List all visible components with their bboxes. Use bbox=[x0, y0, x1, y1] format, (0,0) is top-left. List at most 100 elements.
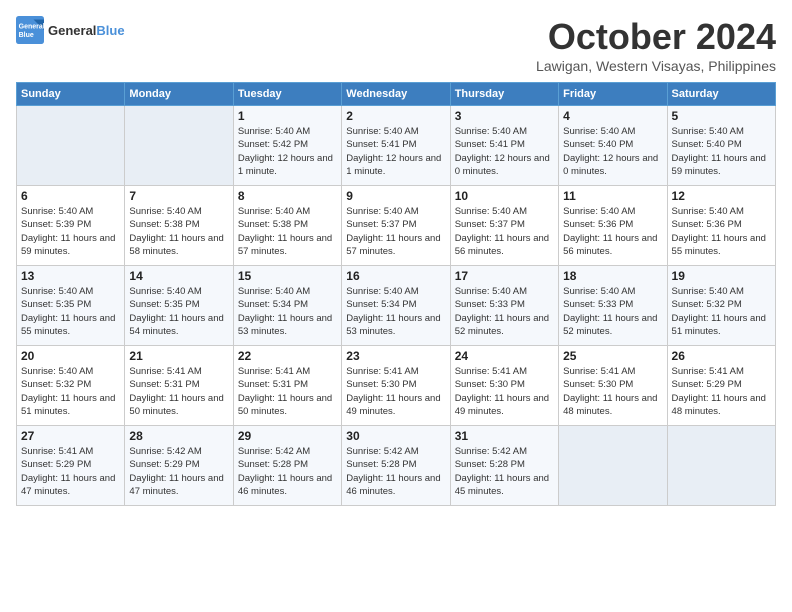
day-info: Sunrise: 5:42 AM Sunset: 5:28 PM Dayligh… bbox=[455, 445, 554, 498]
day-number: 25 bbox=[563, 349, 662, 363]
day-number: 13 bbox=[21, 269, 120, 283]
day-info: Sunrise: 5:40 AM Sunset: 5:34 PM Dayligh… bbox=[238, 285, 337, 338]
day-info: Sunrise: 5:40 AM Sunset: 5:41 PM Dayligh… bbox=[346, 125, 445, 178]
day-number: 17 bbox=[455, 269, 554, 283]
day-cell bbox=[125, 106, 233, 186]
day-info: Sunrise: 5:40 AM Sunset: 5:41 PM Dayligh… bbox=[455, 125, 554, 178]
day-info: Sunrise: 5:40 AM Sunset: 5:32 PM Dayligh… bbox=[21, 365, 120, 418]
day-number: 20 bbox=[21, 349, 120, 363]
week-row-2: 6 Sunrise: 5:40 AM Sunset: 5:39 PM Daylig… bbox=[17, 186, 776, 266]
logo: General Blue GeneralBlue bbox=[16, 16, 125, 44]
day-cell bbox=[17, 106, 125, 186]
day-cell: 2 Sunrise: 5:40 AM Sunset: 5:41 PM Daylig… bbox=[342, 106, 450, 186]
day-info: Sunrise: 5:41 AM Sunset: 5:30 PM Dayligh… bbox=[455, 365, 554, 418]
day-number: 27 bbox=[21, 429, 120, 443]
column-header-saturday: Saturday bbox=[667, 83, 775, 106]
day-info: Sunrise: 5:40 AM Sunset: 5:36 PM Dayligh… bbox=[672, 205, 771, 258]
day-cell bbox=[667, 426, 775, 506]
day-cell: 12 Sunrise: 5:40 AM Sunset: 5:36 PM Dayli… bbox=[667, 186, 775, 266]
day-cell: 10Sunrise: 5:40 AM Sunset: 5:37 PM Dayli… bbox=[450, 186, 558, 266]
day-cell: 28Sunrise: 5:42 AM Sunset: 5:29 PM Dayli… bbox=[125, 426, 233, 506]
day-info: Sunrise: 5:40 AM Sunset: 5:42 PM Dayligh… bbox=[238, 125, 337, 178]
logo-icon: General Blue bbox=[16, 16, 44, 44]
day-cell: 26 Sunrise: 5:41 AM Sunset: 5:29 PM Dayli… bbox=[667, 346, 775, 426]
day-number: 6 bbox=[21, 189, 120, 203]
day-number: 19 bbox=[672, 269, 771, 283]
day-number: 7 bbox=[129, 189, 228, 203]
day-number: 21 bbox=[129, 349, 228, 363]
day-cell: 22 Sunrise: 5:41 AM Sunset: 5:31 PM Dayli… bbox=[233, 346, 341, 426]
day-info: Sunrise: 5:42 AM Sunset: 5:28 PM Dayligh… bbox=[238, 445, 337, 498]
day-cell bbox=[559, 426, 667, 506]
week-row-1: 1Sunrise: 5:40 AM Sunset: 5:42 PM Daylig… bbox=[17, 106, 776, 186]
day-number: 9 bbox=[346, 189, 445, 203]
day-number: 16 bbox=[346, 269, 445, 283]
day-info: Sunrise: 5:40 AM Sunset: 5:33 PM Dayligh… bbox=[563, 285, 662, 338]
column-header-friday: Friday bbox=[559, 83, 667, 106]
day-info: Sunrise: 5:40 AM Sunset: 5:34 PM Dayligh… bbox=[346, 285, 445, 338]
column-header-sunday: Sunday bbox=[17, 83, 125, 106]
week-row-3: 13Sunrise: 5:40 AM Sunset: 5:35 PM Dayli… bbox=[17, 266, 776, 346]
day-number: 28 bbox=[129, 429, 228, 443]
day-info: Sunrise: 5:40 AM Sunset: 5:32 PM Dayligh… bbox=[672, 285, 771, 338]
day-number: 18 bbox=[563, 269, 662, 283]
location-subtitle: Lawigan, Western Visayas, Philippines bbox=[536, 58, 776, 74]
day-cell: 9 Sunrise: 5:40 AM Sunset: 5:37 PM Daylig… bbox=[342, 186, 450, 266]
day-number: 23 bbox=[346, 349, 445, 363]
day-cell: 25Sunrise: 5:41 AM Sunset: 5:30 PM Dayli… bbox=[559, 346, 667, 426]
day-info: Sunrise: 5:40 AM Sunset: 5:40 PM Dayligh… bbox=[672, 125, 771, 178]
day-info: Sunrise: 5:41 AM Sunset: 5:31 PM Dayligh… bbox=[129, 365, 228, 418]
column-header-thursday: Thursday bbox=[450, 83, 558, 106]
day-cell: 5 Sunrise: 5:40 AM Sunset: 5:40 PM Daylig… bbox=[667, 106, 775, 186]
day-info: Sunrise: 5:41 AM Sunset: 5:31 PM Dayligh… bbox=[238, 365, 337, 418]
day-number: 14 bbox=[129, 269, 228, 283]
day-info: Sunrise: 5:40 AM Sunset: 5:37 PM Dayligh… bbox=[455, 205, 554, 258]
day-number: 5 bbox=[672, 109, 771, 123]
day-info: Sunrise: 5:42 AM Sunset: 5:28 PM Dayligh… bbox=[346, 445, 445, 498]
day-number: 12 bbox=[672, 189, 771, 203]
day-number: 3 bbox=[455, 109, 554, 123]
svg-text:Blue: Blue bbox=[19, 32, 34, 39]
day-info: Sunrise: 5:41 AM Sunset: 5:29 PM Dayligh… bbox=[21, 445, 120, 498]
svg-text:General: General bbox=[19, 23, 44, 30]
day-number: 31 bbox=[455, 429, 554, 443]
day-number: 11 bbox=[563, 189, 662, 203]
week-row-4: 20 Sunrise: 5:40 AM Sunset: 5:32 PM Dayli… bbox=[17, 346, 776, 426]
day-cell: 17 Sunrise: 5:40 AM Sunset: 5:33 PM Dayli… bbox=[450, 266, 558, 346]
day-number: 29 bbox=[238, 429, 337, 443]
day-cell: 29 Sunrise: 5:42 AM Sunset: 5:28 PM Dayli… bbox=[233, 426, 341, 506]
day-number: 2 bbox=[346, 109, 445, 123]
day-cell: 8 Sunrise: 5:40 AM Sunset: 5:38 PM Daylig… bbox=[233, 186, 341, 266]
day-info: Sunrise: 5:40 AM Sunset: 5:36 PM Dayligh… bbox=[563, 205, 662, 258]
day-info: Sunrise: 5:41 AM Sunset: 5:29 PM Dayligh… bbox=[672, 365, 771, 418]
column-header-monday: Monday bbox=[125, 83, 233, 106]
calendar-table: SundayMondayTuesdayWednesdayThursdayFrid… bbox=[16, 82, 776, 506]
month-title: October 2024 bbox=[536, 16, 776, 58]
day-info: Sunrise: 5:40 AM Sunset: 5:40 PM Dayligh… bbox=[563, 125, 662, 178]
day-cell: 15Sunrise: 5:40 AM Sunset: 5:34 PM Dayli… bbox=[233, 266, 341, 346]
column-header-tuesday: Tuesday bbox=[233, 83, 341, 106]
day-cell: 11 Sunrise: 5:40 AM Sunset: 5:36 PM Dayli… bbox=[559, 186, 667, 266]
logo-text: GeneralBlue bbox=[48, 23, 125, 38]
day-cell: 30 Sunrise: 5:42 AM Sunset: 5:28 PM Dayli… bbox=[342, 426, 450, 506]
day-number: 8 bbox=[238, 189, 337, 203]
day-number: 24 bbox=[455, 349, 554, 363]
day-info: Sunrise: 5:40 AM Sunset: 5:33 PM Dayligh… bbox=[455, 285, 554, 338]
day-cell: 23Sunrise: 5:41 AM Sunset: 5:30 PM Dayli… bbox=[342, 346, 450, 426]
day-cell: 16 Sunrise: 5:40 AM Sunset: 5:34 PM Dayli… bbox=[342, 266, 450, 346]
day-number: 22 bbox=[238, 349, 337, 363]
day-cell: 20 Sunrise: 5:40 AM Sunset: 5:32 PM Dayli… bbox=[17, 346, 125, 426]
day-cell: 4 Sunrise: 5:40 AM Sunset: 5:40 PM Daylig… bbox=[559, 106, 667, 186]
day-info: Sunrise: 5:40 AM Sunset: 5:39 PM Dayligh… bbox=[21, 205, 120, 258]
day-info: Sunrise: 5:40 AM Sunset: 5:37 PM Dayligh… bbox=[346, 205, 445, 258]
day-number: 4 bbox=[563, 109, 662, 123]
day-cell: 27 Sunrise: 5:41 AM Sunset: 5:29 PM Dayli… bbox=[17, 426, 125, 506]
day-cell: 31 Sunrise: 5:42 AM Sunset: 5:28 PM Dayli… bbox=[450, 426, 558, 506]
day-number: 30 bbox=[346, 429, 445, 443]
column-header-wednesday: Wednesday bbox=[342, 83, 450, 106]
day-cell: 21 Sunrise: 5:41 AM Sunset: 5:31 PM Dayli… bbox=[125, 346, 233, 426]
day-number: 26 bbox=[672, 349, 771, 363]
day-cell: 24 Sunrise: 5:41 AM Sunset: 5:30 PM Dayli… bbox=[450, 346, 558, 426]
day-cell: 18 Sunrise: 5:40 AM Sunset: 5:33 PM Dayli… bbox=[559, 266, 667, 346]
day-info: Sunrise: 5:40 AM Sunset: 5:38 PM Dayligh… bbox=[238, 205, 337, 258]
